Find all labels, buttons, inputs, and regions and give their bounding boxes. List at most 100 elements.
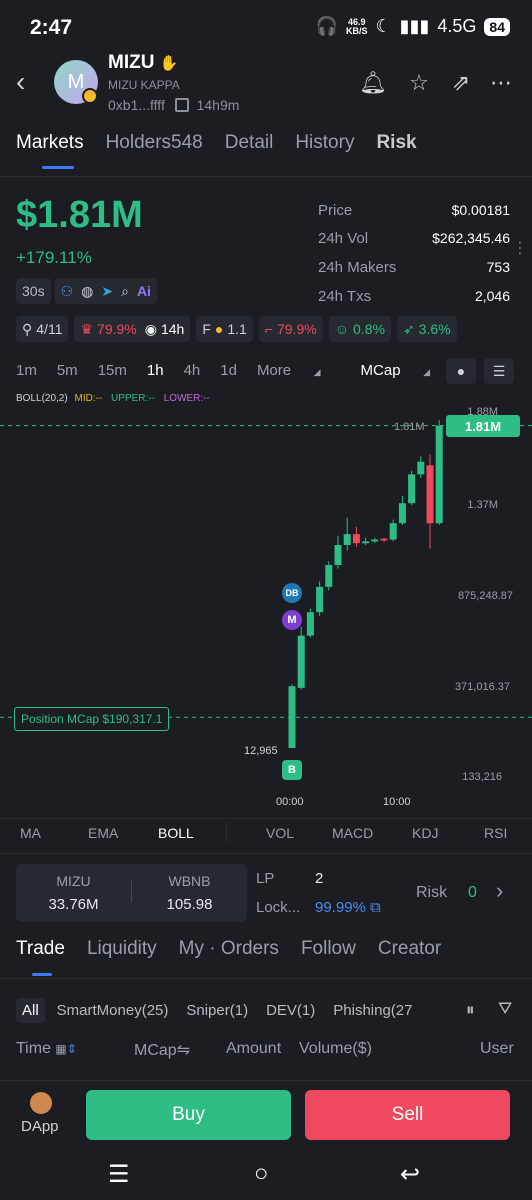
copy-icon[interactable] <box>174 98 189 112</box>
recent-apps-icon[interactable]: ☰ <box>108 1160 130 1189</box>
rocket-icon: ➶ <box>402 320 415 337</box>
lp-label: LP <box>256 870 275 887</box>
clock-icon: ◉ <box>144 320 157 337</box>
stat-vol-value: $262,345.46 <box>432 230 510 246</box>
net-speed: 46.9 KB/S <box>346 16 368 36</box>
candle <box>417 461 425 475</box>
crown-icon: ♛ <box>80 320 94 337</box>
globe-icon[interactable]: ◍ <box>81 283 93 300</box>
refresh-interval[interactable]: 30s <box>16 278 51 304</box>
pause-icon[interactable]: ⏸ <box>466 1000 475 1020</box>
divider <box>0 853 532 854</box>
insider-badge[interactable]: ➶ 3.6% <box>396 316 457 342</box>
chart-settings-icon[interactable]: ☰ <box>484 358 514 384</box>
vertical-dots-icon[interactable]: ⋮ <box>512 238 528 258</box>
stat-price-value: $0.00181 <box>451 202 510 218</box>
interval-1h[interactable]: 1h <box>147 362 164 379</box>
interval-1d[interactable]: 1d <box>220 362 237 379</box>
lock-label: Lock... <box>256 899 301 916</box>
chain-badge-icon <box>82 88 98 104</box>
ai-icon[interactable]: Ai <box>137 283 151 299</box>
tab-my-orders[interactable]: My · Orders <box>179 938 279 960</box>
col-user[interactable]: User <box>480 1040 514 1058</box>
chart-style-icon[interactable]: ● <box>446 358 476 384</box>
interval-15m[interactable]: 15m <box>98 362 127 379</box>
risk-label[interactable]: Risk <box>416 884 447 902</box>
top10-badge[interactable]: ♛ 79.9% ◉ 14h <box>74 316 191 342</box>
pool-pair-label: WBNB <box>168 873 211 889</box>
bell-icon[interactable]: 🔔︎ <box>358 68 388 98</box>
dapp-icon[interactable] <box>30 1092 52 1114</box>
indicator-ma[interactable]: MA <box>20 825 41 841</box>
tab-creator[interactable]: Creator <box>378 938 441 960</box>
tab-detail[interactable]: Detail <box>225 132 274 154</box>
tab-history[interactable]: History <box>295 132 354 154</box>
mcap-toggle[interactable]: MCap ◢ <box>361 362 450 379</box>
home-icon[interactable]: ○ <box>254 1160 269 1188</box>
sell-button[interactable]: Sell <box>305 1090 510 1140</box>
f-badge[interactable]: F ● 1.1 <box>196 316 253 342</box>
tab-holders[interactable]: Holders548 <box>106 132 203 154</box>
tab-markets[interactable]: Markets <box>16 132 84 154</box>
candle <box>408 474 416 504</box>
swap-icon: ⇋ <box>176 1042 191 1059</box>
status-icons: 🎧 46.9 KB/S ☾ ▮▮▮ 4.5G 84 <box>316 16 510 37</box>
back-icon[interactable]: ‹ <box>16 66 25 98</box>
marker-buy[interactable]: B <box>282 760 302 780</box>
more-icon[interactable]: ⋯ <box>486 68 516 98</box>
buy-button[interactable]: Buy <box>86 1090 291 1140</box>
indicator-vol[interactable]: VOL <box>266 825 294 841</box>
current-mcap-label: 1.81M <box>394 421 425 433</box>
indicator-macd[interactable]: MACD <box>332 825 373 841</box>
telegram-icon[interactable]: ➤ <box>101 283 113 300</box>
dev-badge[interactable]: ☺ 0.8% <box>328 316 391 342</box>
filter-sniper[interactable]: Sniper(1) <box>180 998 254 1023</box>
star-icon[interactable]: ☆ <box>404 68 434 98</box>
holders-badge[interactable]: ⚲ 4/11 <box>16 316 69 342</box>
network-type: 4.5G <box>437 16 477 36</box>
filter-smartmoney[interactable]: SmartMoney(25) <box>51 998 175 1023</box>
risk-value[interactable]: 0 <box>468 884 477 902</box>
tab-risk[interactable]: Risk <box>376 132 416 154</box>
filter-all[interactable]: All <box>16 998 45 1023</box>
filter-dev[interactable]: DEV(1) <box>260 998 321 1023</box>
candle <box>352 534 360 544</box>
y-label: 133,216 <box>462 771 502 783</box>
dapp-label[interactable]: DApp <box>21 1118 59 1135</box>
tab-follow[interactable]: Follow <box>301 938 356 960</box>
back-nav-icon[interactable]: ↩ <box>400 1160 420 1189</box>
indicator-kdj[interactable]: KDJ <box>412 825 438 841</box>
filter-icon[interactable]: ⛛ <box>498 999 512 1019</box>
coin-icon: ● <box>214 321 224 337</box>
indicator-boll[interactable]: BOLL <box>158 825 194 841</box>
price-change: +179.11% <box>16 248 92 267</box>
quick-tools: 30s ⚇ ◍ ➤ ⌕ Ai <box>16 278 157 304</box>
sniper-badge[interactable]: ⌐ 79.9% <box>258 316 323 342</box>
main-tabs: Markets Holders548 Detail History Risk <box>16 132 417 154</box>
chevron-right-icon[interactable]: › <box>496 878 503 904</box>
position-mcap-tag[interactable]: Position MCap $190,317.1 <box>14 707 170 731</box>
candle <box>306 612 314 636</box>
col-mcap[interactable]: MCap⇋ <box>134 1040 190 1060</box>
filter-phishing[interactable]: Phishing(27 <box>327 998 418 1023</box>
user-icon[interactable]: ⚇ <box>61 283 74 300</box>
interval-4h[interactable]: 4h <box>184 362 201 379</box>
marker-db[interactable]: DB <box>282 583 302 603</box>
pool-token-value: 33.76M <box>48 896 99 913</box>
interval-5m[interactable]: 5m <box>57 362 78 379</box>
gun-icon: ⌐ <box>264 321 274 337</box>
tab-liquidity[interactable]: Liquidity <box>87 938 157 960</box>
lock-value[interactable]: 99.99% ⧉ <box>315 899 381 916</box>
col-time[interactable]: Time ▦⇕ <box>16 1040 77 1058</box>
col-amount[interactable]: Amount <box>226 1040 281 1058</box>
search-icon[interactable]: ⌕ <box>121 283 129 300</box>
marker-m[interactable]: M <box>282 610 302 630</box>
signal-icon: ▮▮▮ <box>399 16 430 36</box>
indicator-ema[interactable]: EMA <box>88 825 118 841</box>
share-icon[interactable]: ⇗ <box>446 68 476 98</box>
interval-1m[interactable]: 1m <box>16 362 37 379</box>
col-volume[interactable]: Volume($) <box>299 1040 372 1058</box>
interval-more[interactable]: More ◢ <box>257 362 341 379</box>
tab-trade[interactable]: Trade <box>16 938 65 960</box>
indicator-rsi[interactable]: RSI <box>484 825 507 841</box>
